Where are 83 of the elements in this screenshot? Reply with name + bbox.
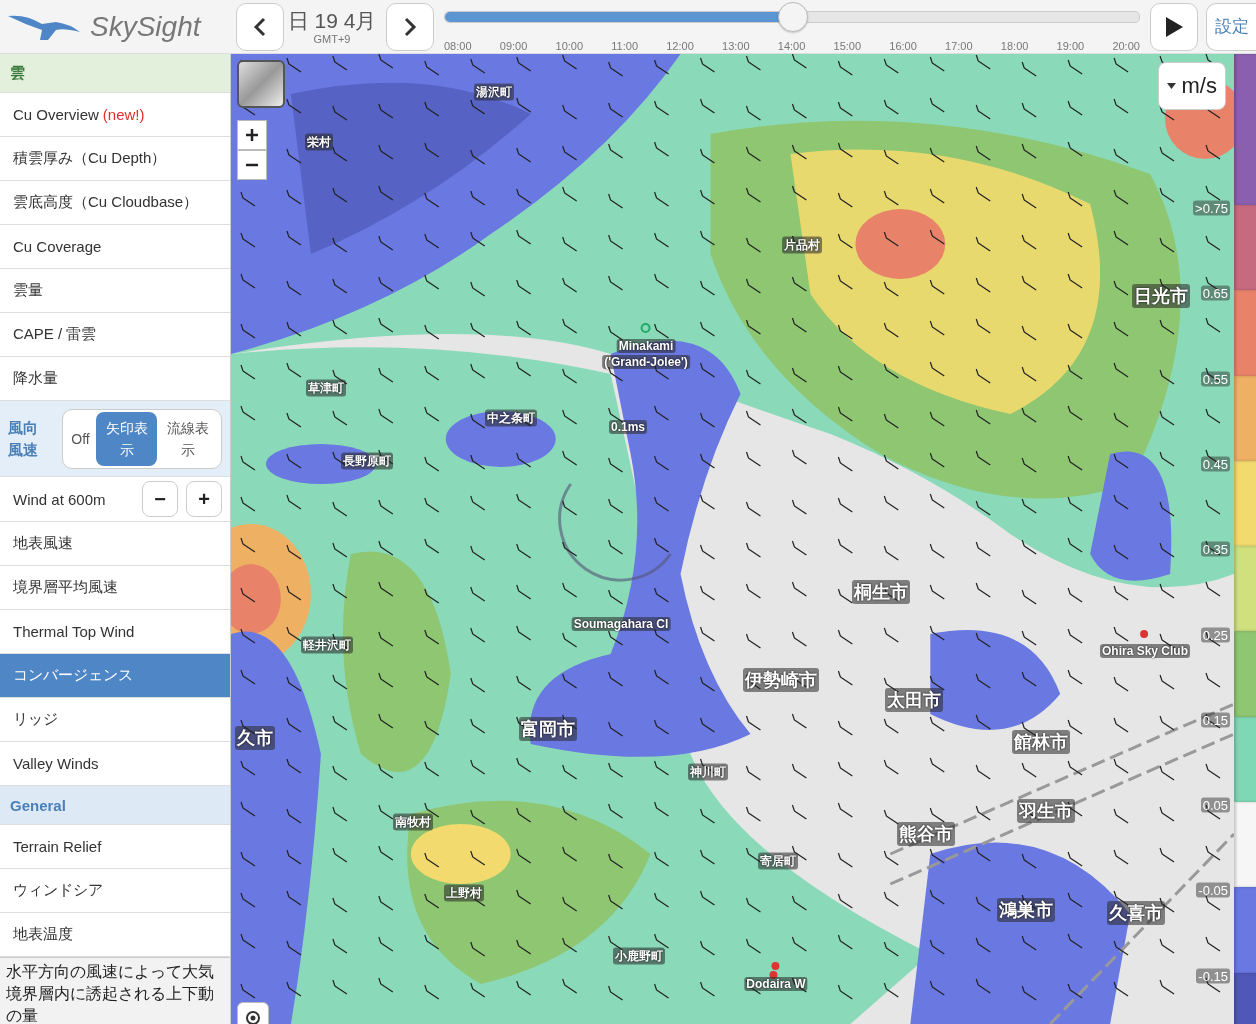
time-tick-label: 18:00 [1000, 39, 1029, 52]
place-label: 片品村 [782, 236, 822, 254]
plus-icon [246, 128, 258, 141]
place-label: 栄村 [305, 133, 333, 151]
place-label: 湯沢町 [474, 83, 514, 101]
caret-icon [1166, 83, 1176, 89]
time-tick-label: 08:00 [444, 39, 472, 52]
time-tick-label: 19:00 [1056, 39, 1085, 52]
locate-icon [243, 1008, 263, 1024]
place-label: 久市 [235, 726, 275, 750]
place-label: 富岡市 [519, 717, 577, 741]
decrease-button[interactable]: − [142, 481, 178, 517]
place-label: 軽井沢町 [301, 636, 353, 654]
time-tick-label: 10:00 [555, 39, 584, 52]
settings-button[interactable]: 設定 [1206, 2, 1256, 51]
layer-description: 水平方向の風速によって大気境界層内に誘起される上下動の量 [0, 957, 230, 1024]
segment-option[interactable]: 流線表示 [157, 411, 219, 466]
layer-thumbnail-button[interactable] [237, 60, 285, 108]
sidebar-item[interactable]: コンバージェンス [0, 654, 230, 698]
place-label: 館林市 [1012, 730, 1070, 754]
time-tick-label: 13:00 [722, 39, 750, 52]
legend-value: 0.05 [1200, 797, 1230, 813]
legend-value: -0.05 [1196, 882, 1230, 898]
place-label: 桐生市 [852, 580, 910, 604]
increase-button[interactable]: + [186, 481, 222, 517]
time-slider-thumb[interactable] [778, 1, 808, 32]
time-tick-label: 09:00 [499, 39, 528, 52]
item-label: Cu Overview [13, 106, 99, 123]
place-label: Soumagahara Cl [571, 617, 671, 631]
place-label: 0.1ms [609, 420, 647, 434]
time-tick-label: 15:00 [833, 39, 862, 52]
place-label: 鴻巣市 [997, 898, 1055, 922]
place-label: 太田市 [885, 688, 943, 712]
legend-value: 0.35 [1200, 541, 1230, 557]
zoom-out-button[interactable] [237, 150, 267, 180]
stepper-label: Wind at 600m [13, 490, 107, 508]
place-label: ('Grand-Jolee') [602, 355, 690, 369]
next-day-button[interactable] [386, 2, 434, 51]
toggle-label: 風向風速 [8, 417, 39, 460]
segment-option[interactable]: 矢印表示 [95, 411, 158, 466]
legend-value: 0.25 [1200, 627, 1230, 642]
previous-day-button[interactable] [236, 2, 284, 51]
sidebar-section-header: 雲 [0, 54, 230, 93]
legend-value: 0.45 [1200, 456, 1230, 472]
place-label: 寄居町 [758, 852, 798, 870]
time-tick-label: 14:00 [777, 39, 806, 52]
place-label: 南牧村 [393, 813, 433, 831]
place-label: Dodaira W [744, 977, 808, 991]
legend-value: 0.65 [1200, 285, 1230, 301]
timezone-label: GMT+9 [313, 32, 351, 45]
place-label: 日光市 [1132, 284, 1190, 308]
zoom-in-button[interactable] [237, 120, 267, 150]
place-label: 中之条町 [485, 409, 537, 427]
sidebar-section-header: General [0, 786, 230, 825]
play-icon [1164, 15, 1184, 38]
place-label: 長野原町 [341, 452, 393, 470]
time-tick-label: 16:00 [889, 39, 917, 52]
place-label: 神川町 [688, 763, 728, 781]
chevron-right-icon [403, 16, 417, 37]
time-tick-label: 12:00 [666, 39, 694, 52]
legend-value: -0.15 [1196, 968, 1230, 984]
map-drawing[interactable] [231, 54, 1234, 1024]
time-slider-track[interactable] [444, 10, 1140, 23]
segment-option[interactable]: Off [65, 411, 96, 466]
app-logo-text: SkySight [90, 10, 201, 43]
place-label: Ohira Sky Club [1100, 644, 1190, 658]
legend-value: >0.75 [1193, 200, 1230, 216]
place-label: 久喜市 [1107, 901, 1165, 925]
place-label: 草津町 [306, 379, 346, 397]
unit-dropdown[interactable]: m/s [1157, 62, 1226, 110]
date-label: 日 19 4月 [287, 8, 377, 33]
place-label: 小鹿野町 [613, 947, 665, 965]
place-label: 熊谷市 [897, 822, 955, 846]
place-label: 羽生市 [1017, 799, 1075, 823]
time-tick-label: 17:00 [945, 39, 973, 52]
play-button[interactable] [1150, 2, 1198, 51]
new-tag: (new!) [102, 106, 145, 123]
time-tick-label: 11:00 [611, 39, 638, 52]
legend-value: 0.55 [1200, 371, 1230, 387]
place-label: 伊勢崎市 [743, 668, 819, 692]
place-label: 上野村 [444, 884, 484, 902]
chevron-left-icon [253, 16, 267, 37]
time-tick-label: 20:00 [1112, 39, 1140, 52]
